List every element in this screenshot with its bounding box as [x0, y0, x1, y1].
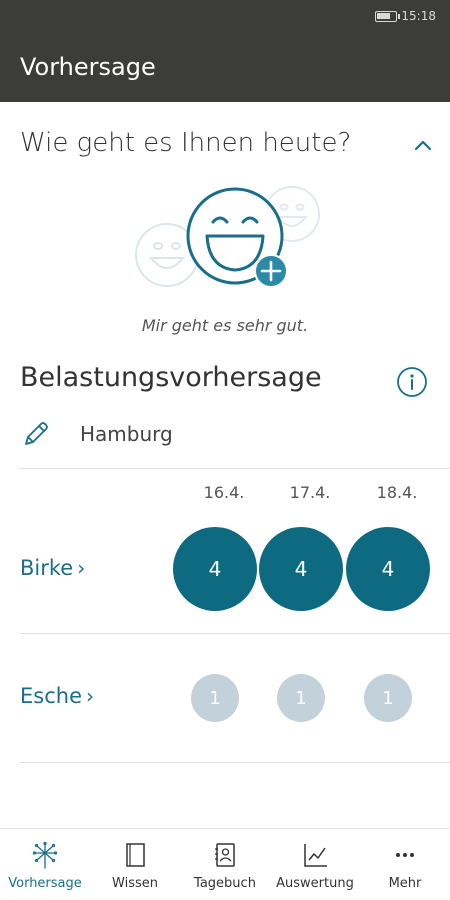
date-label: 18.4. [376, 483, 418, 502]
chevron-right-icon: › [77, 556, 86, 580]
info-icon[interactable] [396, 366, 428, 398]
book-icon [126, 843, 145, 867]
divider [20, 468, 450, 469]
nav-item-auswertung[interactable]: Auswertung [270, 829, 360, 900]
plant-link-esche[interactable]: Esche › [20, 684, 94, 708]
forecast-title: Belastungsvorhersage [20, 362, 322, 393]
chart-icon [304, 844, 327, 867]
diary-icon [215, 843, 235, 867]
nav-label: Vorhersage [8, 876, 82, 891]
dandelion-icon [32, 841, 58, 869]
bottom-nav: Vorhersage Wissen Tagebuch Auswertung Me… [0, 828, 450, 900]
nav-label: Wissen [112, 876, 158, 891]
forecast-value-circle: 1 [277, 674, 325, 722]
nav-item-mehr[interactable]: Mehr [360, 829, 450, 900]
plant-name: Birke [20, 556, 74, 580]
status-bar: 15:18 [0, 0, 450, 34]
plant-link-birke[interactable]: Birke › [20, 556, 85, 580]
forecast-value-circle: 1 [364, 674, 412, 722]
forecast-value-circle: 1 [191, 674, 239, 722]
forecast-value-circle: 4 [346, 527, 430, 611]
more-icon [396, 853, 414, 857]
divider [20, 762, 450, 763]
nav-label: Auswertung [276, 876, 354, 891]
location-label[interactable]: Hamburg [80, 422, 173, 446]
nav-item-vorhersage[interactable]: Vorhersage [0, 829, 90, 900]
mood-question: Wie geht es Ihnen heute? [20, 128, 352, 158]
nav-label: Mehr [388, 876, 422, 891]
forecast-value-circle: 4 [259, 527, 343, 611]
nav-item-tagebuch[interactable]: Tagebuch [180, 829, 270, 900]
status-time: 15:18 [401, 9, 436, 23]
nav-item-wissen[interactable]: Wissen [90, 829, 180, 900]
pencil-icon[interactable] [20, 418, 52, 450]
forecast-value-circle: 4 [173, 527, 257, 611]
date-label: 17.4. [289, 483, 331, 502]
mood-smiley-add-button[interactable] [125, 180, 325, 295]
chevron-up-icon[interactable] [408, 130, 438, 160]
chevron-right-icon: › [86, 684, 94, 708]
page-title: Vorhersage [20, 53, 156, 81]
plant-name: Esche [20, 684, 82, 708]
mood-caption: Mir geht es sehr gut. [141, 316, 309, 335]
battery-icon [375, 10, 401, 22]
app-bar: Vorhersage [0, 34, 450, 102]
date-label: 16.4. [203, 483, 245, 502]
nav-label: Tagebuch [194, 876, 256, 891]
status-indicators: 15:18 [375, 9, 436, 23]
add-circle-icon [254, 254, 288, 288]
divider [20, 633, 450, 634]
